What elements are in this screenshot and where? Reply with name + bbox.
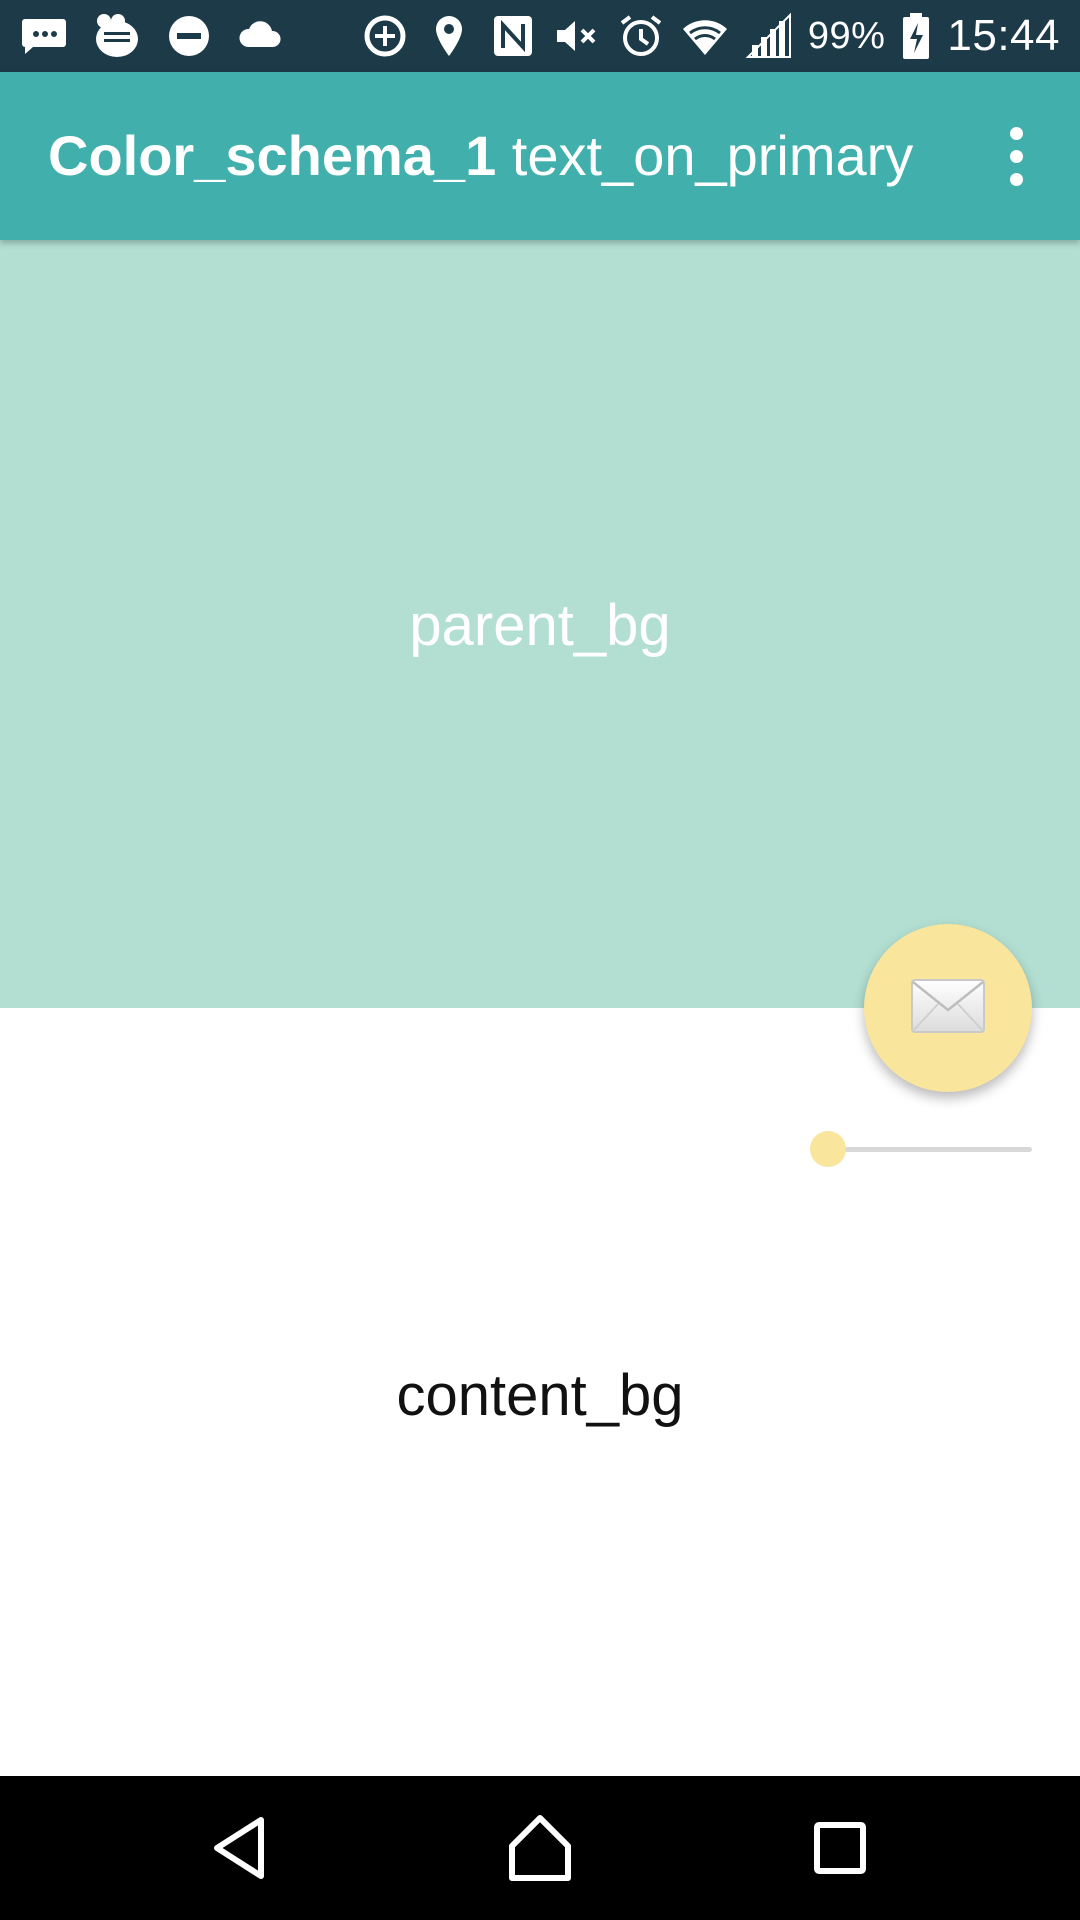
slider-thumb[interactable] [810, 1131, 846, 1167]
title-subtitle: text_on_primary [511, 124, 914, 187]
mail-fab-button[interactable] [864, 924, 1032, 1092]
parent-background: parent_bg [0, 240, 1080, 1008]
battery-charging-icon [899, 11, 933, 61]
page-title: Color_schema_1 text_on_primary [48, 72, 913, 240]
back-icon[interactable] [201, 1808, 281, 1888]
slider-track[interactable] [828, 1147, 1032, 1152]
alarm-icon [616, 11, 666, 61]
wifi-icon [680, 11, 730, 61]
mute-icon [552, 11, 602, 61]
status-system-icons: 99% 15:44 [360, 0, 1060, 72]
seek-slider[interactable] [810, 1130, 1032, 1168]
home-icon[interactable] [500, 1808, 580, 1888]
nfc-icon [488, 11, 538, 61]
envelope-icon [910, 978, 986, 1039]
data-saver-icon [360, 11, 410, 61]
more-vert-icon[interactable] [976, 116, 1056, 196]
osaifu-keitai-icon [92, 11, 142, 61]
battery-percentage: 99% [807, 14, 886, 57]
status-bar: 99% 15:44 [0, 0, 1080, 72]
parent-label: parent_bg [409, 593, 671, 658]
signal-icon [744, 11, 794, 61]
recents-icon[interactable] [800, 1808, 880, 1888]
cloud-icon [236, 11, 286, 61]
messaging-icon [20, 11, 70, 61]
content-background: content_bg [0, 1008, 1080, 1776]
navigation-bar [0, 1776, 1080, 1920]
app-bar: Color_schema_1 text_on_primary [0, 72, 1080, 240]
clock: 15:44 [947, 11, 1060, 60]
status-notification-icons [20, 0, 286, 72]
content-label: content_bg [396, 1363, 684, 1428]
do-not-disturb-icon [164, 11, 214, 61]
location-icon [424, 11, 474, 61]
title-app-name: Color_schema_1 [48, 124, 497, 187]
